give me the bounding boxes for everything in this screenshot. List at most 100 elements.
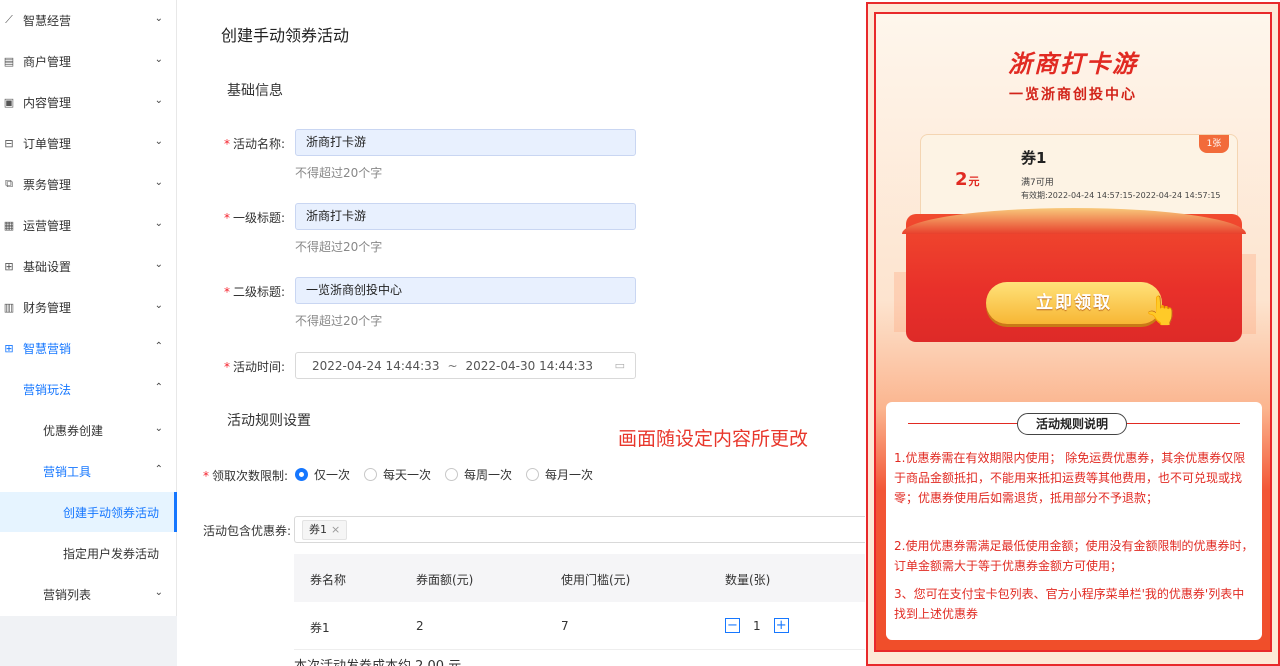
section-basic-title: 基础信息	[227, 83, 283, 99]
minus-button[interactable]: −	[725, 618, 740, 633]
coupon-table-header: 券名称 券面额(元) 使用门槛(元) 数量(张)	[294, 554, 865, 602]
activity-time-label: * 活动时间:	[224, 360, 286, 374]
sidebar-item-ticket[interactable]: ⧉ 票务管理 ⌄	[0, 164, 177, 204]
radio-weekly[interactable]: 每周一次	[445, 466, 512, 483]
activity-name-hint: 不得超过20个字	[295, 166, 383, 180]
activity-name-label: * 活动名称:	[224, 137, 286, 151]
sidebar-item-marketing-play[interactable]: 营销玩法 ⌃	[0, 369, 177, 409]
calendar-icon: ▭	[614, 359, 625, 372]
radio-dot	[445, 468, 459, 481]
sidebar-item-label: 订单管理	[23, 136, 72, 151]
claim-button[interactable]: 立即领取	[986, 282, 1162, 324]
sidebar-item-order[interactable]: ⊟ 订单管理 ⌄	[0, 123, 177, 163]
radio-dot	[295, 468, 308, 481]
sidebar-item-label: 营销工具	[43, 464, 92, 479]
phone-preview: 浙商打卡游 一览浙商创投中心 1张 2元 券1 满7可用 有效期:2022-04…	[866, 2, 1280, 666]
rule-text: 2.使用优惠券需满足最低使用金额；使用没有金额限制的优惠券时，订单金额需大于等于…	[894, 539, 1254, 573]
document-icon: ▣	[3, 95, 15, 109]
sidebar-item-label: 基础设置	[23, 259, 72, 274]
sidebar-item-marketing-tools[interactable]: 营销工具 ⌃	[0, 451, 177, 491]
grid-icon: ⊞	[4, 341, 14, 355]
cell-coupon-name: 券1	[310, 621, 330, 635]
quantity-stepper: − 1 +	[725, 618, 789, 633]
sidebar-item-smart-marketing[interactable]: ⊞ 智慧营销 ⌃	[0, 328, 177, 368]
sidebar-item-merchant[interactable]: ▤ 商户管理 ⌄	[0, 41, 177, 81]
chevron-up-icon: ⌃	[154, 382, 163, 393]
chevron-up-icon: ⌃	[154, 341, 163, 352]
time-end: 2022-04-30 14:44:33	[465, 358, 593, 373]
activity-time-range-picker[interactable]: 2022-04-24 14:44:33 ~ 2022-04-30 14:44:3…	[295, 352, 636, 379]
claim-limit-label: * 领取次数限制:	[203, 469, 289, 483]
title2-input[interactable]: 一览浙商创投中心	[295, 277, 636, 304]
cost-summary: 本次活动发券成本约 2.00 元	[294, 655, 461, 666]
shop-icon: ▤	[3, 54, 15, 68]
sidebar-item-coupon-create[interactable]: 优惠券创建 ⌄	[0, 410, 177, 450]
line-chart-icon: ⟋	[5, 13, 13, 26]
title2-label: * 二级标题:	[224, 285, 286, 299]
chevron-down-icon: ⌄	[154, 13, 163, 24]
close-icon[interactable]: ×	[331, 523, 340, 536]
title2-hint: 不得超过20个字	[295, 314, 383, 328]
preview-canvas: 浙商打卡游 一览浙商创投中心 1张 2元 券1 满7可用 有效期:2022-04…	[874, 12, 1272, 652]
title1-label: * 一级标题:	[224, 211, 286, 225]
sidebar-item-label: 票务管理	[23, 177, 72, 192]
activity-name-input[interactable]: 浙商打卡游	[295, 129, 636, 156]
column-header: 数量(张)	[725, 573, 771, 587]
order-icon: ⊟	[4, 136, 14, 150]
column-header: 使用门槛(元)	[561, 573, 631, 587]
coupon-name: 券1	[1021, 149, 1047, 167]
title1-input[interactable]: 浙商打卡游	[295, 203, 636, 230]
chevron-down-icon: ⌄	[154, 300, 163, 311]
rule-text: 1.优惠券需在有效期限内使用； 除免运费优惠券，其余优惠券仅限于商品金额抵扣，不…	[894, 451, 1246, 505]
chevron-down-icon: ⌄	[154, 95, 163, 106]
sidebar-item-basic-settings[interactable]: ⊞ 基础设置 ⌄	[0, 246, 177, 286]
column-header: 券面额(元)	[416, 573, 474, 587]
chevron-down-icon: ⌄	[154, 136, 163, 147]
radio-once[interactable]: 仅一次	[295, 466, 350, 483]
preview-title: 浙商打卡游	[1008, 50, 1138, 78]
radio-dot	[364, 468, 378, 481]
sidebar-item-label: 运营管理	[23, 218, 72, 233]
coupon-amount: 2元	[955, 169, 980, 190]
sidebar-item-content[interactable]: ▣ 内容管理 ⌄	[0, 82, 177, 122]
chevron-down-icon: ⌄	[154, 177, 163, 188]
sidebar-item-label: 智慧营销	[23, 341, 72, 356]
quantity-value: 1	[753, 618, 761, 633]
sidebar-item-label: 智慧经营	[23, 13, 72, 28]
sidebar-item-label: 商户管理	[23, 54, 72, 69]
chevron-down-icon: ⌄	[154, 218, 163, 229]
plus-button[interactable]: +	[773, 618, 789, 633]
cell-threshold: 7	[561, 619, 569, 633]
operation-icon: ▦	[3, 218, 15, 232]
section-rules-title: 活动规则设置	[227, 413, 311, 429]
table-row: 券1 2 7 − 1 +	[294, 602, 865, 650]
sidebar-item-manual-coupon-activity[interactable]: 创建手动领券活动	[0, 492, 177, 532]
radio-monthly[interactable]: 每月一次	[526, 466, 593, 483]
sidebar-item-label: 营销玩法	[23, 382, 72, 397]
sidebar-item-finance[interactable]: ▥ 财务管理 ⌄	[0, 287, 177, 327]
sidebar-item-operation[interactable]: ▦ 运营管理 ⌄	[0, 205, 177, 245]
preview-subtitle: 一览浙商创投中心	[1009, 87, 1137, 103]
coupon-validity: 有效期:2022-04-24 14:57:15-2022-04-24 14:57…	[1021, 191, 1221, 200]
quantity-badge: 1张	[1199, 135, 1229, 153]
sidebar-item-smart-business[interactable]: ⟋ 智慧经营 ⌄	[0, 0, 177, 40]
rules-title: 活动规则说明	[1017, 413, 1127, 435]
coupon-tag: 券1 ×	[302, 520, 348, 540]
rules-divider	[908, 423, 1018, 424]
preview-note: 画面随设定内容所更改	[618, 428, 809, 450]
time-separator: ~	[447, 358, 458, 373]
coupons-label: 活动包含优惠券:	[203, 524, 292, 538]
title1-hint: 不得超过20个字	[295, 240, 383, 254]
sidebar-item-targeted-coupon-activity[interactable]: 指定用户发券活动	[0, 533, 177, 573]
sidebar-item-label: 营销列表	[43, 587, 92, 602]
sidebar-item-marketing-list[interactable]: 营销列表 ⌄	[0, 574, 177, 614]
chevron-up-icon: ⌃	[154, 464, 163, 475]
coupon-select[interactable]: 券1 ×	[294, 516, 865, 543]
sidebar: ⟋ 智慧经营 ⌄ ▤ 商户管理 ⌄ ▣ 内容管理 ⌄ ⊟ 订单管理 ⌄ ⧉ 票务…	[0, 0, 177, 666]
rules-divider	[1126, 423, 1240, 424]
rule-text: 3、您可在支付宝卡包列表、官方小程序菜单栏'我的优惠券'列表中找到上述优惠券	[894, 587, 1245, 621]
rules-panel: 活动规则说明 1.优惠券需在有效期限内使用； 除免运费优惠券，其余优惠券仅限于商…	[886, 402, 1262, 640]
bar-chart-icon: ▥	[3, 300, 15, 314]
coupon-threshold: 满7可用	[1021, 178, 1054, 188]
radio-daily[interactable]: 每天一次	[364, 466, 431, 483]
